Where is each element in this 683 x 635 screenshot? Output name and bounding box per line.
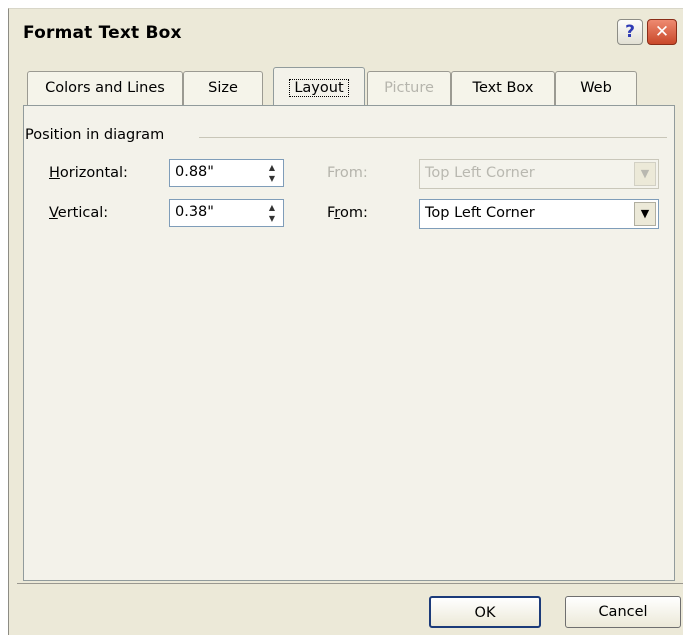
format-text-box-dialog: Format Text Box ? ✕ Colors and Lines Siz… — [8, 8, 683, 635]
tab-text-box[interactable]: Text Box — [451, 71, 555, 105]
tab-colors-and-lines[interactable]: Colors and Lines — [27, 71, 183, 105]
help-button[interactable]: ? — [617, 19, 643, 45]
tab-web[interactable]: Web — [555, 71, 637, 105]
vertical-spinner[interactable]: 0.38" ▲ ▼ — [169, 199, 284, 227]
close-button[interactable]: ✕ — [647, 19, 677, 45]
vertical-from-label: From: — [327, 205, 368, 221]
help-icon: ? — [625, 22, 635, 42]
vertical-value: 0.38" — [175, 204, 214, 220]
spin-down-icon[interactable]: ▼ — [263, 173, 281, 184]
horizontal-spin-buttons: ▲ ▼ — [263, 162, 281, 184]
horizontal-from-label: From: — [327, 165, 368, 181]
vertical-mnemonic: V — [49, 205, 58, 221]
horizontal-label-text: orizontal: — [59, 165, 128, 181]
tab-label: Web — [580, 80, 612, 96]
tab-label: Text Box — [472, 80, 534, 96]
spin-up-icon[interactable]: ▲ — [263, 162, 281, 173]
tab-size[interactable]: Size — [183, 71, 263, 105]
spin-down-icon[interactable]: ▼ — [263, 213, 281, 224]
footer-divider — [17, 583, 683, 584]
tab-picture: Picture — [367, 71, 451, 105]
tab-label: Size — [208, 80, 238, 96]
horizontal-spinner[interactable]: 0.88" ▲ ▼ — [169, 159, 284, 187]
vertical-from-label-post: om: — [339, 205, 368, 221]
horizontal-value: 0.88" — [175, 164, 214, 180]
vertical-from-value: Top Left Corner — [425, 205, 535, 221]
close-icon: ✕ — [654, 22, 670, 42]
window-title: Format Text Box — [23, 23, 182, 43]
chevron-down-icon[interactable]: ▼ — [634, 202, 656, 226]
tab-strip: Colors and Lines Size Layout Picture Tex… — [27, 67, 667, 107]
tab-label: Colors and Lines — [45, 80, 165, 96]
horizontal-from-value: Top Left Corner — [425, 165, 535, 181]
horizontal-mnemonic: H — [49, 165, 60, 181]
spin-up-icon[interactable]: ▲ — [263, 202, 281, 213]
chevron-down-icon: ▼ — [634, 162, 656, 186]
horizontal-from-select: Top Left Corner ▼ — [419, 159, 659, 189]
vertical-from-select[interactable]: Top Left Corner ▼ — [419, 199, 659, 229]
vertical-label: Vertical: — [49, 205, 108, 221]
tab-label: Picture — [384, 80, 434, 96]
vertical-spin-buttons: ▲ ▼ — [263, 202, 281, 224]
vertical-label-text: ertical: — [57, 205, 109, 221]
title-bar[interactable]: Format Text Box ? ✕ — [9, 9, 683, 53]
tab-label: Layout — [289, 79, 349, 97]
horizontal-label: Horizontal: — [49, 165, 128, 181]
tab-layout[interactable]: Layout — [273, 67, 365, 106]
group-divider — [199, 137, 667, 138]
cancel-button[interactable]: Cancel — [565, 596, 681, 628]
position-group-title: Position in diagram — [25, 127, 171, 143]
ok-button[interactable]: OK — [429, 596, 541, 628]
